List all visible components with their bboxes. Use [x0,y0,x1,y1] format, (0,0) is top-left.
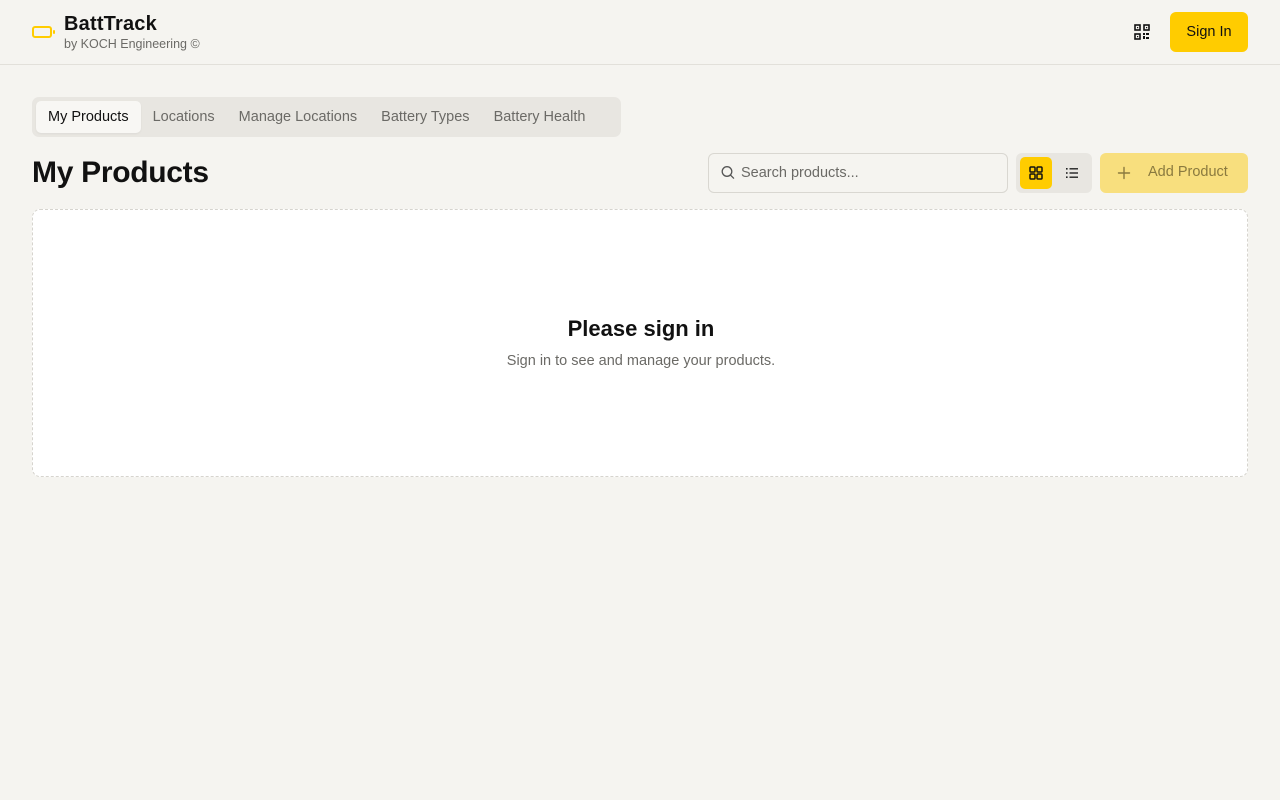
search-input[interactable] [741,154,1001,192]
app-subtitle: by KOCH Engineering © [64,37,200,51]
empty-state-card: Please sign in Sign in to see and manage… [32,209,1248,477]
app-title: BattTrack [64,13,157,35]
battery-icon [32,26,55,38]
sign-in-button[interactable]: Sign In [1170,12,1248,52]
grid-icon [1029,166,1043,180]
search-icon [721,166,735,179]
tab-my-products[interactable]: My Products [36,101,141,133]
brand-text: BattTrack by KOCH Engineering © [64,12,200,52]
qr-scan-button[interactable] [1130,20,1154,44]
page-title: My Products [32,156,209,189]
main-tabs: My Products Locations Manage Locations B… [32,97,621,137]
tab-battery-health[interactable]: Battery Health [482,101,598,133]
qr-code-icon [1134,24,1150,40]
tab-locations[interactable]: Locations [141,101,227,133]
tab-battery-types[interactable]: Battery Types [369,101,481,133]
add-product-button[interactable]: Add Product [1100,153,1248,193]
empty-state-title: Please sign in [567,316,715,341]
top-bar: BattTrack by KOCH Engineering © Sign In [0,0,1280,65]
list-view-button[interactable] [1056,157,1088,189]
list-icon [1066,168,1078,178]
add-product-label: Add Product [1148,164,1228,180]
grid-view-button[interactable] [1020,157,1052,189]
search-box [708,153,1008,193]
plus-icon [1117,166,1131,180]
view-toggle [1016,153,1092,193]
empty-state-subtitle: Sign in to see and manage your products. [506,353,776,369]
tab-manage-locations[interactable]: Manage Locations [227,101,370,133]
